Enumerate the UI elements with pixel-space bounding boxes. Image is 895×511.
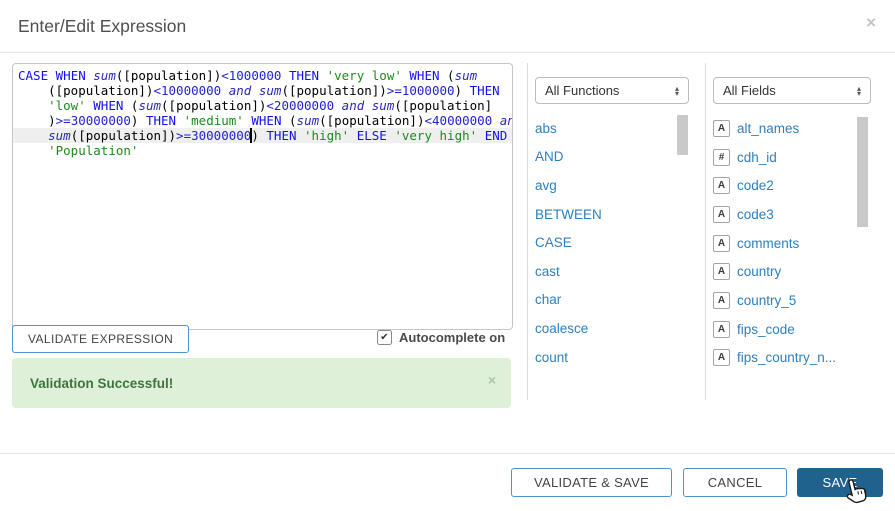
dropdown-stepper-icon: ▴ ▾ [675,86,679,96]
autocomplete-checkbox[interactable]: ✔ [377,330,392,345]
function-item[interactable]: char [535,286,705,315]
expression-code-editor[interactable]: CASE WHEN sum([population])<1000000 THEN… [12,63,513,330]
field-item[interactable]: Acomments [713,229,883,258]
field-name: fips_code [737,322,795,337]
function-item[interactable]: BETWEEN [535,200,705,229]
alert-message: Validation Successful! [30,376,173,391]
fields-panel: All Fields ▴ ▾ Aalt_names # cdh_id Acode2 Ac… [705,63,883,400]
alert-close-icon[interactable]: × [488,372,496,388]
string-type-icon: A [713,292,730,309]
function-item[interactable]: count [535,343,705,372]
code-line: sum([population])>=30000000) THEN 'high'… [13,128,512,143]
function-item[interactable]: coalesce [535,314,705,343]
validate-and-save-button[interactable]: VALIDATE & SAVE [511,468,672,497]
field-item[interactable]: Acountry_5 [713,286,883,315]
code-line: ([population])<10000000 and sum([populat… [13,83,512,98]
function-item[interactable]: cast [535,257,705,286]
dialog-title: Enter/Edit Expression [18,16,186,37]
code-line: )>=30000000) THEN 'medium' WHEN (sum([po… [13,113,512,128]
header-divider [0,52,895,53]
function-item[interactable]: avg [535,171,705,200]
numeric-type-icon: # [713,149,730,166]
string-type-icon: A [713,235,730,252]
field-name: code3 [737,207,774,222]
validate-expression-button[interactable]: VALIDATE EXPRESSION [12,325,189,353]
code-line: 'low' WHEN (sum([population])<20000000 a… [13,98,512,113]
validation-success-alert: Validation Successful! × [12,358,511,408]
autocomplete-toggle[interactable]: ✔ Autocomplete on [377,330,505,345]
string-type-icon: A [713,120,730,137]
field-item[interactable]: Afips_country_n... [713,344,883,373]
field-name: country_5 [737,293,796,308]
string-type-icon: A [713,349,730,366]
functions-dropdown[interactable]: All Functions ▴ ▾ [535,77,689,104]
code-line: 'Population' [13,143,512,158]
checkmark-icon: ✔ [380,333,388,343]
field-name: alt_names [737,121,799,136]
field-item[interactable]: Afips_code [713,315,883,344]
functions-scrollbar-thumb[interactable] [677,115,688,155]
field-name: code2 [737,178,774,193]
footer-divider [0,453,895,454]
code-line: CASE WHEN sum([population])<1000000 THEN… [13,68,512,83]
string-type-icon: A [713,206,730,223]
save-button[interactable]: SAVE [797,468,883,497]
dialog-close-icon[interactable]: × [866,13,876,33]
field-name: comments [737,236,799,251]
functions-panel: All Functions ▴ ▾ absANDavgBETWEENCASEca… [527,63,705,400]
string-type-icon: A [713,321,730,338]
dropdown-stepper-icon: ▴ ▾ [857,86,861,96]
string-type-icon: A [713,177,730,194]
function-item[interactable]: CASE [535,228,705,257]
string-type-icon: A [713,263,730,280]
cancel-button[interactable]: CANCEL [683,468,787,497]
field-item[interactable]: Acountry [713,257,883,286]
field-name: cdh_id [737,150,777,165]
field-name: country [737,264,781,279]
autocomplete-label: Autocomplete on [399,330,505,345]
expression-dialog: Enter/Edit Expression × CASE WHEN sum([p… [0,0,895,511]
fields-dropdown-value: All Fields [723,83,776,98]
fields-dropdown[interactable]: All Fields ▴ ▾ [713,77,871,104]
functions-dropdown-value: All Functions [545,83,619,98]
fields-scrollbar-thumb[interactable] [857,117,868,227]
field-name: fips_country_n... [737,350,836,365]
